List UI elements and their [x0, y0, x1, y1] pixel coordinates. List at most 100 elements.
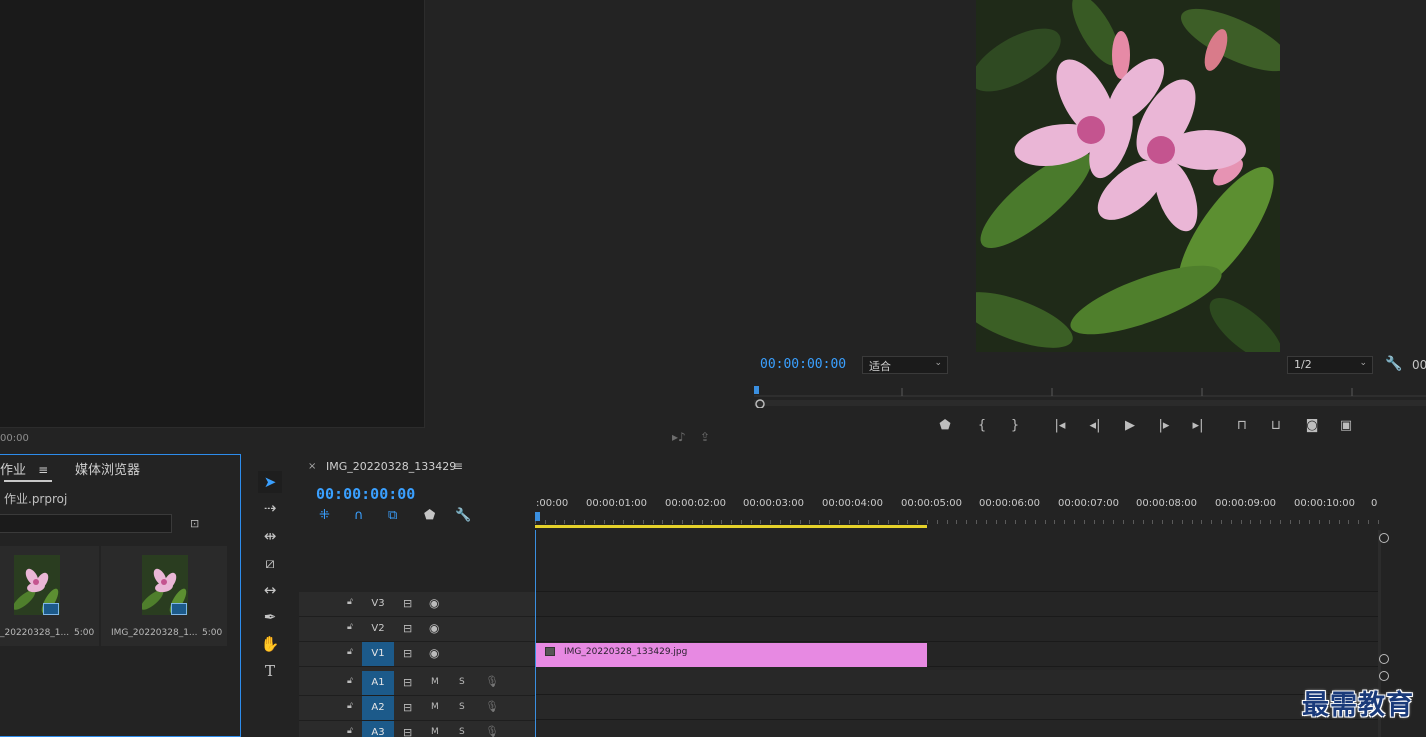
track-select-tool-icon[interactable]: ⇢ — [258, 497, 282, 519]
add-marker-icon[interactable]: ⬟ — [424, 508, 435, 523]
play-icon[interactable]: ▶ — [1120, 418, 1140, 433]
lock-icon[interactable]: 🔓︎ — [347, 676, 353, 686]
source-timecode: 00:00 — [0, 433, 29, 444]
track-name[interactable]: V3 — [362, 592, 394, 616]
export-icon[interactable]: ⇪ — [700, 430, 710, 444]
watermark-logo: 最需教育 — [1302, 690, 1414, 721]
razor-tool-icon[interactable]: ⧄ — [258, 552, 282, 574]
marker-icon[interactable]: ⬟ — [935, 418, 955, 433]
search-bin-icon[interactable]: ⊡ — [190, 517, 199, 530]
sync-lock-icon[interactable]: ⊟ — [403, 647, 412, 660]
step-back-icon[interactable]: ◂| — [1085, 418, 1105, 433]
slip-tool-icon[interactable]: ↔ — [258, 579, 282, 601]
ruler-label: 0 — [1371, 498, 1378, 509]
wrench-icon[interactable]: 🔧 — [1385, 356, 1402, 372]
solo-button[interactable]: S — [459, 677, 465, 687]
resolution-dropdown[interactable]: 1/2 ⌄ — [1287, 356, 1373, 374]
fit-dropdown[interactable]: 适合 ⌄ — [862, 356, 948, 374]
export-frame-icon[interactable]: ◙ — [1302, 418, 1322, 433]
track-name[interactable]: A3 — [362, 721, 394, 737]
program-monitor: 00:00:00:00 适合 ⌄ 1/2 ⌄ 🔧 00 ⬟ { } |◂ ◂| … — [740, 0, 1426, 450]
program-timecode[interactable]: 00:00:00:00 — [760, 357, 846, 372]
track-header-v2: 🔓︎ V2 ⊟ ◉ — [299, 617, 535, 642]
project-item[interactable]: _20220328_1... 5:00 — [0, 546, 99, 646]
sync-lock-icon[interactable]: ⊟ — [403, 701, 412, 714]
track-name[interactable]: V2 — [362, 617, 394, 641]
microphone-icon[interactable]: 🎙︎ — [485, 700, 499, 713]
solo-button[interactable]: S — [459, 727, 465, 737]
compare-icon[interactable]: ▣ — [1336, 418, 1356, 433]
solo-button[interactable]: S — [459, 702, 465, 712]
program-time-ruler[interactable] — [754, 382, 1426, 409]
lock-icon[interactable]: 🔓︎ — [347, 647, 353, 657]
audio-only-icon[interactable]: ▸♪ — [672, 430, 686, 444]
close-icon[interactable]: × — [308, 461, 316, 472]
step-forward-icon[interactable]: |▸ — [1154, 418, 1174, 433]
ripple-edit-tool-icon[interactable]: ⇹ — [258, 525, 282, 547]
extract-icon[interactable]: ⊔ — [1266, 418, 1286, 433]
flower-image — [976, 0, 1280, 352]
program-duration-partial: 00 — [1412, 358, 1426, 372]
tab-media-browser[interactable]: 媒体浏览器 — [75, 459, 140, 478]
project-item[interactable]: IMG_20220328_1... 5:00 — [101, 546, 227, 646]
ruler-label: 00:00:09:00 — [1215, 498, 1277, 509]
sync-lock-icon[interactable]: ⊟ — [403, 726, 412, 737]
fit-dropdown-value: 适合 — [869, 360, 891, 373]
mark-out-icon[interactable]: } — [1005, 418, 1025, 433]
ruler-label: 00:00:07:00 — [1058, 498, 1120, 509]
selection-tool-icon[interactable]: ➤ — [258, 471, 282, 493]
nest-toggle-icon[interactable]: ⁜ — [319, 508, 330, 523]
sync-lock-icon[interactable]: ⊟ — [403, 676, 412, 689]
snap-icon[interactable]: ∩ — [354, 508, 364, 523]
timeline-clip[interactable]: IMG_20220328_133429.jpg — [536, 643, 927, 667]
scroll-handle-bottom-icon[interactable] — [1379, 654, 1389, 664]
microphone-icon[interactable]: 🎙︎ — [485, 725, 499, 737]
panel-menu-icon[interactable]: ≡ — [453, 459, 463, 473]
sync-lock-icon[interactable]: ⊟ — [403, 597, 412, 610]
timeline-settings-icon[interactable]: 🔧 — [455, 508, 471, 523]
lane-a1[interactable] — [535, 670, 1381, 695]
type-tool-icon[interactable]: T — [258, 660, 282, 682]
sync-lock-icon[interactable]: ⊟ — [403, 622, 412, 635]
track-header-v1: 🔓︎ V1 ⊟ ◉ — [299, 642, 535, 667]
mark-in-icon[interactable]: { — [972, 418, 992, 433]
audio-scroll-handle-icon[interactable] — [1379, 671, 1389, 681]
hand-tool-icon[interactable]: ✋ — [258, 633, 282, 655]
track-name[interactable]: V1 — [362, 642, 394, 666]
mute-button[interactable]: M — [431, 677, 439, 687]
sequence-tab[interactable]: IMG_20220328_133429 — [326, 460, 456, 473]
eye-icon[interactable]: ◉ — [429, 621, 439, 635]
lock-icon[interactable]: 🔓︎ — [347, 726, 353, 736]
lift-icon[interactable]: ⊓ — [1232, 418, 1252, 433]
mute-button[interactable]: M — [431, 702, 439, 712]
scroll-handle-top-icon[interactable] — [1379, 533, 1389, 543]
project-item-duration: 5:00 — [74, 628, 95, 638]
timeline-ruler[interactable]: :00:00 00:00:01:00 00:00:02:00 00:00:03:… — [535, 494, 1381, 530]
playhead-handle — [535, 512, 540, 521]
lock-icon[interactable]: 🔓︎ — [347, 701, 353, 711]
search-input[interactable] — [0, 514, 172, 533]
project-item-name: IMG_20220328_1... — [111, 628, 198, 638]
lane-v2[interactable] — [535, 617, 1381, 642]
pen-tool-icon[interactable]: ✒ — [258, 606, 282, 628]
panel-menu-icon[interactable]: ≡ — [38, 463, 48, 477]
track-name[interactable]: A1 — [362, 671, 394, 695]
eye-icon[interactable]: ◉ — [429, 596, 439, 610]
lock-icon[interactable]: 🔓︎ — [347, 597, 353, 607]
timeline-timecode[interactable]: 00:00:00:00 — [316, 485, 415, 503]
linked-selection-icon[interactable]: ⧉ — [388, 508, 397, 523]
lock-icon[interactable]: 🔓︎ — [347, 622, 353, 632]
tab-project[interactable]: 作业 ≡ — [0, 459, 48, 478]
eye-icon[interactable]: ◉ — [429, 646, 439, 660]
microphone-icon[interactable]: 🎙︎ — [485, 675, 499, 688]
go-to-in-icon[interactable]: |◂ — [1050, 418, 1070, 433]
track-name[interactable]: A2 — [362, 696, 394, 720]
ruler-label: :00:00 — [536, 498, 569, 509]
mute-button[interactable]: M — [431, 727, 439, 737]
go-to-out-icon[interactable]: ▸| — [1188, 418, 1208, 433]
project-file-name: 作业.prproj — [4, 492, 68, 506]
lane-a2[interactable] — [535, 695, 1381, 720]
resolution-dropdown-value: 1/2 — [1294, 358, 1312, 371]
timeline-track-area[interactable] — [535, 530, 1389, 737]
lane-v3[interactable] — [535, 592, 1381, 617]
